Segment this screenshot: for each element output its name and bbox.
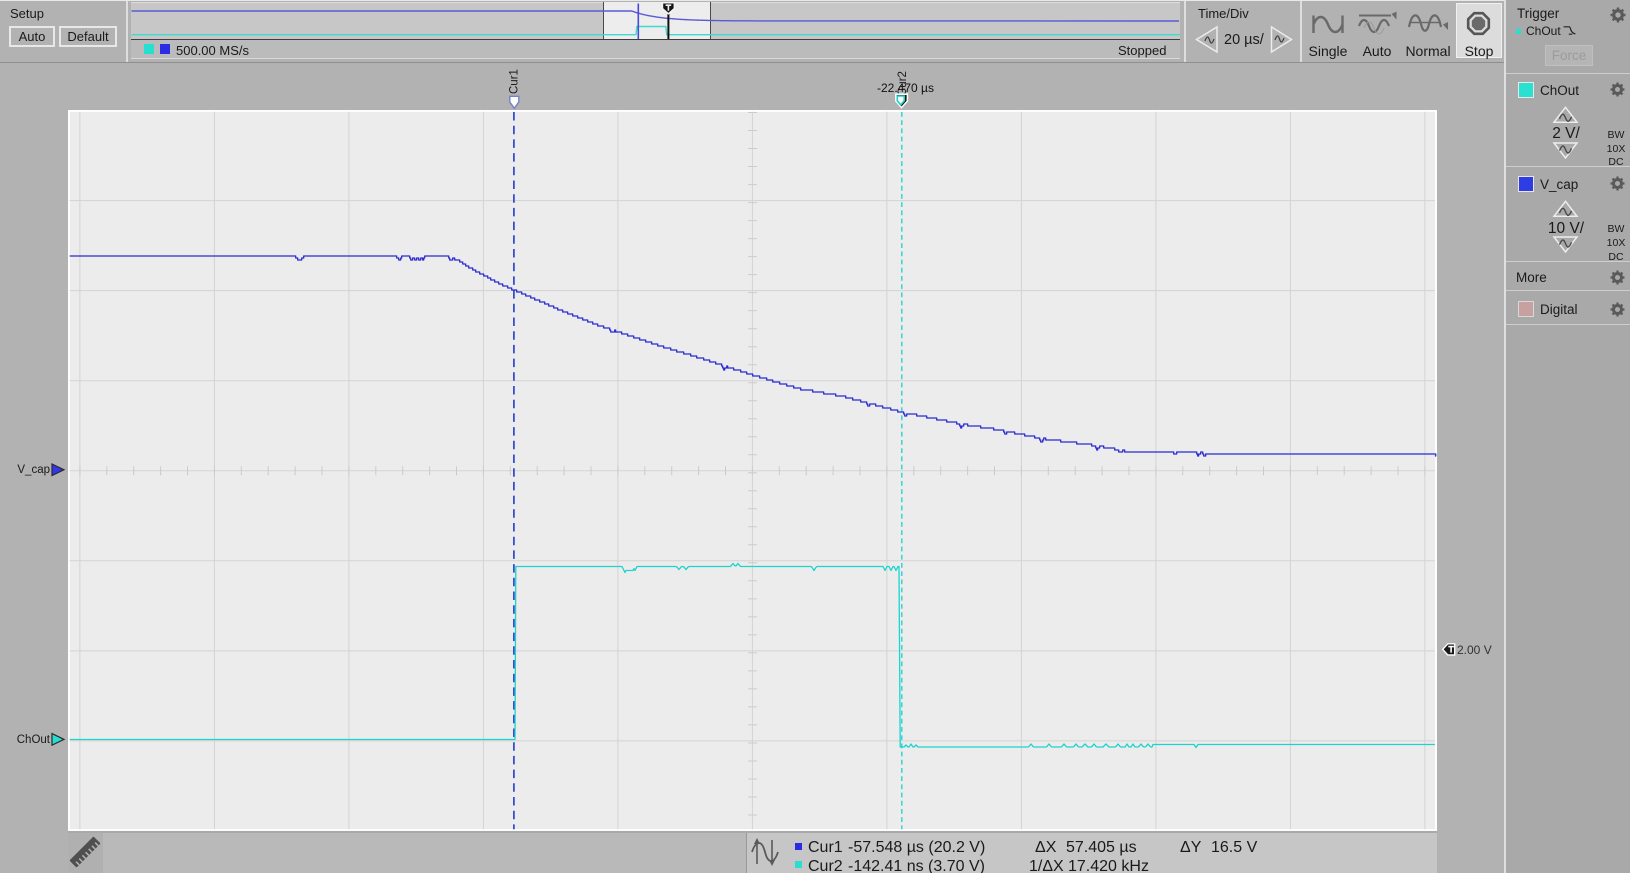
svg-text:Cur1: Cur1 [509, 69, 521, 94]
